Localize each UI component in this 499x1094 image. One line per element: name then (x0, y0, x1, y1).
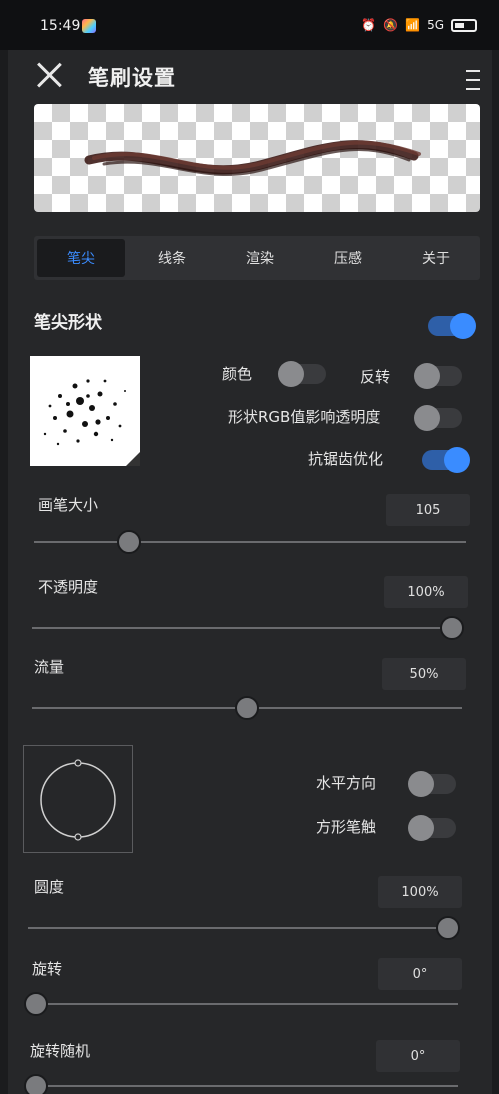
square-toggle[interactable] (408, 815, 456, 841)
roundness-circle-graphic (40, 759, 116, 841)
tab-render[interactable]: 渲染 (216, 236, 304, 280)
size-slider[interactable] (34, 530, 466, 554)
flow-value[interactable]: 50% (382, 658, 466, 690)
flow-slider[interactable] (32, 696, 462, 720)
slider-thumb[interactable] (24, 1074, 48, 1094)
tab-line[interactable]: 线条 (128, 236, 216, 280)
tip-shape-title: 笔尖形状 (34, 313, 102, 333)
rotation-value[interactable]: 0° (378, 958, 462, 990)
tip-texture-graphic (43, 379, 140, 466)
size-value[interactable]: 105 (386, 494, 470, 526)
brush-settings-panel: 笔刷设置 笔尖 线条 渲染 压感 关于 笔尖形状 颜色 反转 形状RGB值影响透… (8, 50, 492, 1094)
brush-tabs: 笔尖 线条 渲染 压感 关于 (34, 236, 480, 280)
invert-label: 反转 (360, 368, 391, 386)
slider-thumb[interactable] (440, 616, 464, 640)
slider-thumb[interactable] (235, 696, 259, 720)
slider-track (36, 1003, 458, 1005)
opacity-slider[interactable] (32, 616, 464, 640)
mute-icon: 🔕 (383, 18, 399, 32)
tab-tip[interactable]: 笔尖 (37, 239, 125, 277)
antialias-label: 抗锯齿优化 (308, 450, 384, 468)
tip-shape-toggle[interactable] (428, 313, 476, 339)
size-label: 画笔大小 (38, 496, 99, 514)
roundness-slider[interactable] (28, 916, 460, 940)
color-label: 颜色 (222, 365, 253, 383)
color-toggle[interactable] (278, 361, 326, 387)
status-icons: ⏰ 🔕 📶 5G (361, 18, 477, 32)
slider-track (32, 627, 452, 629)
battery-icon (451, 18, 477, 32)
rgb-opacity-label: 形状RGB值影响透明度 (228, 408, 381, 426)
slider-track (36, 1085, 458, 1087)
status-bar: 15:49 ⏰ 🔕 📶 5G (0, 0, 499, 50)
antialias-toggle[interactable] (422, 447, 470, 473)
app-notification-icon (82, 19, 96, 33)
wifi-icon: 📶 (405, 18, 421, 32)
invert-toggle[interactable] (414, 363, 462, 389)
brush-stroke-preview (34, 104, 480, 212)
opacity-label: 不透明度 (38, 578, 99, 596)
tip-shape-thumbnail[interactable] (30, 356, 140, 466)
menu-button[interactable] (466, 70, 480, 94)
slider-track (28, 927, 448, 929)
rotation-random-label: 旋转随机 (30, 1042, 91, 1060)
rotation-label: 旋转 (32, 960, 63, 978)
slider-thumb[interactable] (117, 530, 142, 554)
close-button[interactable] (34, 60, 64, 90)
rotation-random-value[interactable]: 0° (376, 1040, 460, 1072)
status-time: 15:49 (40, 18, 81, 34)
slider-track (34, 541, 466, 543)
page-title: 笔刷设置 (88, 66, 176, 90)
roundness-preview[interactable] (23, 745, 133, 853)
alarm-icon: ⏰ (361, 18, 377, 32)
signal-label: 5G (427, 18, 444, 32)
tab-about[interactable]: 关于 (392, 236, 480, 280)
slider-thumb[interactable] (24, 992, 48, 1016)
rotation-random-slider[interactable] (24, 1074, 458, 1094)
roundness-value[interactable]: 100% (378, 876, 462, 908)
rotation-slider[interactable] (24, 992, 458, 1016)
horizontal-label: 水平方向 (316, 774, 377, 792)
roundness-label: 圆度 (34, 878, 65, 896)
rgb-opacity-toggle[interactable] (414, 405, 462, 431)
horizontal-toggle[interactable] (408, 771, 456, 797)
tab-pressure[interactable]: 压感 (304, 236, 392, 280)
opacity-value[interactable]: 100% (384, 576, 468, 608)
flow-label: 流量 (34, 658, 65, 676)
square-label: 方形笔触 (316, 818, 377, 836)
brush-stroke-graphic (84, 140, 421, 176)
slider-thumb[interactable] (436, 916, 460, 940)
